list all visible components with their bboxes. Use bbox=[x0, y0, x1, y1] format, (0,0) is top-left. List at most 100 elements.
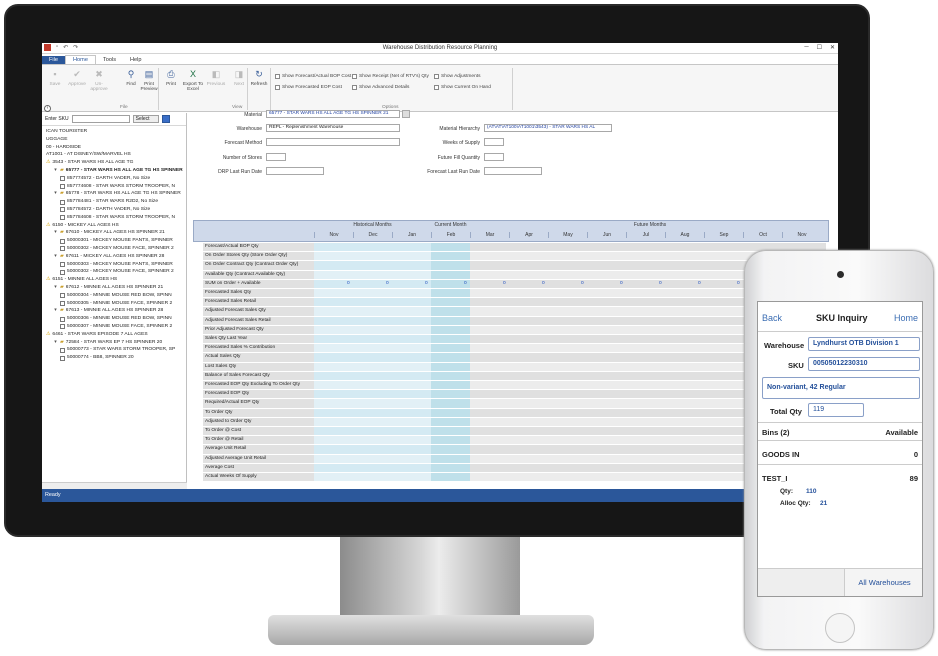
tree-node[interactable]: 857774572 - DARTH VADER, No Size bbox=[46, 175, 186, 183]
option-bop-cost[interactable]: Show Forecast/Actual BOP Cost bbox=[275, 74, 351, 79]
checkbox[interactable] bbox=[60, 316, 65, 322]
refresh-button[interactable]: ↻ Refresh bbox=[248, 68, 270, 87]
weeks-supply-field[interactable] bbox=[484, 138, 504, 146]
month-column-header[interactable]: May bbox=[548, 232, 587, 238]
forecast-last-run-field[interactable] bbox=[484, 167, 542, 175]
select-dropdown[interactable]: Select bbox=[132, 115, 159, 123]
expand-icon[interactable]: ▾ bbox=[53, 167, 58, 175]
current-month-cell[interactable] bbox=[431, 270, 470, 280]
checkbox[interactable] bbox=[60, 269, 65, 275]
current-month-cell[interactable] bbox=[431, 243, 470, 253]
checkbox[interactable] bbox=[60, 176, 65, 182]
unapprove-button[interactable]: ✖ Un-approve bbox=[88, 68, 110, 92]
checkbox[interactable] bbox=[60, 324, 65, 330]
historical-cells[interactable] bbox=[314, 381, 431, 391]
num-stores-field[interactable] bbox=[266, 153, 286, 161]
material-field[interactable]: 65777 - STAR WARS HS ALL AGE TG HS SPINN… bbox=[266, 110, 400, 118]
current-month-cell[interactable] bbox=[431, 316, 470, 326]
tree-node[interactable]: 50000773 - STAR WARS STORM TROOPER, SP bbox=[46, 346, 186, 354]
print-preview-button[interactable]: ▤ Print Preview bbox=[138, 68, 160, 92]
checkbox[interactable] bbox=[60, 300, 65, 306]
month-column-header[interactable]: Apr bbox=[509, 232, 548, 238]
current-month-cell[interactable] bbox=[431, 445, 470, 455]
current-month-cell[interactable] bbox=[431, 362, 470, 372]
tree-node[interactable]: ▾ ▰ 72584 - STAR WARS EP 7 HS SPINNER 20 bbox=[46, 339, 186, 347]
current-month-cell[interactable] bbox=[431, 454, 470, 464]
previous-button[interactable]: ◧ Previous bbox=[205, 68, 227, 87]
material-lookup-icon[interactable] bbox=[402, 110, 410, 118]
goods-in-label[interactable]: GOODS IN bbox=[762, 450, 800, 459]
checkbox[interactable] bbox=[60, 183, 65, 189]
home-hardware-button[interactable] bbox=[825, 613, 855, 643]
historical-cells[interactable] bbox=[314, 399, 431, 409]
tree-node[interactable]: ▾ ▰ 65777 - STAR WARS HS ALL AGE TG HS SPI… bbox=[46, 167, 186, 175]
tree-node[interactable]: 50000774 - BB8, SPINNER 20 bbox=[46, 354, 186, 362]
current-month-cell[interactable] bbox=[431, 353, 470, 363]
historical-cells[interactable] bbox=[314, 243, 431, 253]
current-month-cell[interactable] bbox=[431, 463, 470, 473]
tab-tools[interactable]: Tools bbox=[96, 56, 123, 64]
historical-cells[interactable] bbox=[314, 463, 431, 473]
variant-field[interactable]: Non-variant, 42 Regular bbox=[762, 377, 920, 399]
historical-cells[interactable] bbox=[314, 417, 431, 427]
current-month-cell[interactable] bbox=[431, 427, 470, 437]
checkbox[interactable] bbox=[60, 199, 65, 205]
historical-cells[interactable] bbox=[314, 298, 431, 308]
historical-cells[interactable] bbox=[314, 454, 431, 464]
tree-node[interactable]: 857784481 - STAR WARS R2D2, No Size bbox=[46, 198, 186, 206]
future-fill-field[interactable] bbox=[484, 153, 504, 161]
mobile-warehouse-field[interactable]: Lyndhurst OTB Division 1 bbox=[808, 337, 920, 351]
month-column-header[interactable]: Oct bbox=[743, 232, 782, 238]
checkbox[interactable] bbox=[60, 355, 65, 361]
historical-cells[interactable] bbox=[314, 473, 431, 483]
excel-button[interactable]: X Export To Excel bbox=[182, 68, 204, 92]
back-button[interactable]: Back bbox=[762, 313, 782, 323]
tree-node[interactable]: ▾ ▰ 67613 - MINNIE ALL AGES HS SPINNER 28 bbox=[46, 307, 186, 315]
month-column-header[interactable]: Nov bbox=[314, 232, 353, 238]
expand-icon[interactable]: ▾ bbox=[53, 229, 58, 237]
historical-cells[interactable] bbox=[314, 325, 431, 335]
historical-cells[interactable] bbox=[314, 316, 431, 326]
minimize-icon[interactable]: ─ bbox=[804, 44, 808, 51]
tree-node[interactable]: 50000304 - MINNIE MOUSE RED BOW, SPINN bbox=[46, 292, 186, 300]
checkbox[interactable] bbox=[60, 347, 65, 353]
test-bin-label[interactable]: TEST_I bbox=[762, 474, 787, 483]
checkbox[interactable] bbox=[60, 293, 65, 299]
historical-cells[interactable] bbox=[314, 279, 431, 289]
expand-icon[interactable]: ▾ bbox=[53, 284, 58, 292]
expand-icon[interactable]: ▾ bbox=[53, 339, 58, 347]
option-eop-cost[interactable]: Show Forecasted EOP Cost bbox=[275, 85, 342, 90]
historical-cells[interactable] bbox=[314, 436, 431, 446]
current-month-cell[interactable] bbox=[431, 390, 470, 400]
historical-cells[interactable] bbox=[314, 270, 431, 280]
current-month-cell[interactable] bbox=[431, 399, 470, 409]
tree-node[interactable]: 857784608 - STAR WARS STORM TROOPER, N bbox=[46, 214, 186, 222]
current-month-cell[interactable] bbox=[431, 298, 470, 308]
tree-node[interactable]: ▾ ▰ 67611 - MICKEY ALL AGES HS SPINNER 28 bbox=[46, 253, 186, 261]
expand-icon[interactable]: ▾ bbox=[53, 253, 58, 261]
historical-cells[interactable] bbox=[314, 289, 431, 299]
tree-node[interactable]: 50000303 - MICKEY MOUSE PANTS, SPINNER bbox=[46, 261, 186, 269]
tree-node[interactable]: 50000306 - MINNIE MOUSE RED BOW, SPINN bbox=[46, 315, 186, 323]
close-icon[interactable]: ✕ bbox=[830, 44, 835, 51]
hierarchy-field[interactable]: (AT\AT\AT100\AT1001\3543) - STAR WARS HS… bbox=[484, 124, 612, 132]
print-button[interactable]: ⎙ Print bbox=[160, 68, 182, 87]
current-month-cell[interactable] bbox=[431, 371, 470, 381]
checkbox[interactable] bbox=[60, 215, 65, 221]
all-warehouses-button[interactable]: All Warehouses bbox=[844, 569, 922, 596]
horizontal-scrollbar[interactable] bbox=[42, 482, 187, 489]
tree-node[interactable]: ⚠ 6461 - STAR WARS EPISODE 7 ALL AGES bbox=[46, 331, 186, 339]
current-month-cell[interactable] bbox=[431, 436, 470, 446]
checkbox[interactable] bbox=[60, 207, 65, 213]
current-month-cell[interactable] bbox=[431, 289, 470, 299]
expand-icon[interactable]: ▾ bbox=[53, 307, 58, 315]
home-button[interactable]: Home bbox=[894, 313, 918, 323]
checkbox[interactable] bbox=[60, 246, 65, 252]
checkbox[interactable] bbox=[60, 238, 65, 244]
month-column-header[interactable]: Nov bbox=[782, 232, 821, 238]
current-month-cell[interactable] bbox=[431, 335, 470, 345]
month-column-header[interactable]: Feb bbox=[431, 232, 470, 238]
tab-home[interactable]: Home bbox=[65, 55, 96, 64]
current-month-cell[interactable] bbox=[431, 307, 470, 317]
tab-help[interactable]: Help bbox=[123, 56, 149, 64]
